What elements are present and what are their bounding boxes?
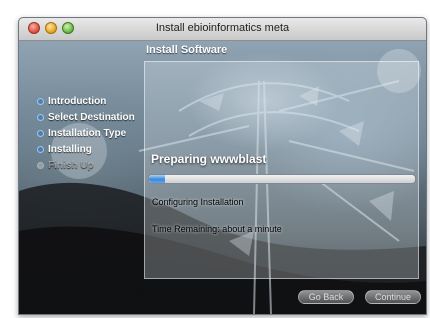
- progress-bar: [148, 174, 416, 184]
- step-bullet-icon: [37, 161, 44, 169]
- step-select-destination: Select Destination: [37, 109, 135, 125]
- step-introduction: Introduction: [37, 93, 135, 109]
- step-installing: Installing: [37, 141, 135, 157]
- step-label: Installing: [48, 143, 92, 155]
- step-label: Installation Type: [48, 127, 127, 139]
- continue-button[interactable]: Continue: [365, 290, 421, 304]
- content-panel: [144, 61, 419, 279]
- step-bullet-icon: [37, 113, 44, 121]
- installer-content: Install Software Introduction Select Des…: [19, 41, 426, 314]
- step-bullet-icon: [37, 145, 44, 153]
- step-installation-type: Installation Type: [37, 125, 135, 141]
- page-title: Install Software: [146, 44, 228, 56]
- installer-steps: Introduction Select Destination Installa…: [37, 93, 135, 173]
- go-back-button[interactable]: Go Back: [298, 290, 354, 304]
- progress-fill: [149, 175, 165, 183]
- step-label: Introduction: [48, 95, 107, 107]
- time-remaining: Time Remaining: about a minute: [152, 224, 282, 234]
- step-bullet-icon: [37, 97, 44, 105]
- title-bar[interactable]: Install ebioinformatics meta: [19, 18, 426, 41]
- step-label: Select Destination: [48, 111, 135, 123]
- step-label: Finish Up: [48, 159, 94, 171]
- status-heading: Preparing wwwblast: [151, 152, 267, 166]
- status-detail: Configuring Installation: [152, 197, 244, 207]
- installer-window: Install ebioinformatics meta Install Sof…: [18, 17, 427, 315]
- step-finish-up: Finish Up: [37, 157, 135, 173]
- step-bullet-icon: [37, 129, 44, 137]
- window-title: Install ebioinformatics meta: [155, 22, 290, 34]
